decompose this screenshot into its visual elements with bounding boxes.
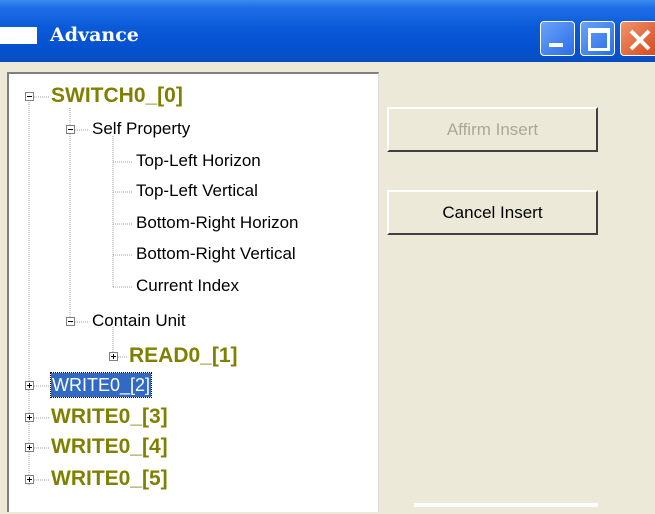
minimize-icon	[549, 43, 563, 47]
minimize-button[interactable]	[540, 21, 575, 56]
maximize-icon	[588, 28, 610, 51]
affirm-insert-button[interactable]: Affirm Insert	[387, 107, 598, 152]
expand-icon[interactable]	[25, 443, 34, 452]
collapse-icon[interactable]	[66, 125, 75, 134]
panel-edge	[414, 503, 598, 507]
tree-node-bottom-right-horizon[interactable]: Bottom-Right Horizon	[136, 213, 299, 233]
tree-node-top-left-vertical[interactable]: Top-Left Vertical	[136, 181, 258, 201]
tree-node-write0-3[interactable]: WRITE0_[3]	[51, 405, 168, 429]
tree-node-current-index[interactable]: Current Index	[136, 276, 239, 296]
collapse-icon[interactable]	[25, 92, 34, 101]
cancel-insert-button[interactable]: Cancel Insert	[387, 190, 598, 235]
expand-icon[interactable]	[25, 413, 34, 422]
window-title: Advance	[50, 24, 139, 46]
tree-node-self-property[interactable]: Self Property	[92, 119, 190, 139]
tree-node-top-left-horizon[interactable]: Top-Left Horizon	[136, 151, 261, 171]
expand-icon[interactable]	[109, 352, 118, 361]
tree-node-switch0[interactable]: SWITCH0_[0]	[51, 84, 183, 108]
expand-icon[interactable]	[25, 475, 34, 484]
title-bar[interactable]: Advance	[0, 0, 655, 62]
tree-view[interactable]: SWITCH0_[0] Self Property Top-Left Horiz…	[7, 72, 379, 512]
tree-node-write0-4[interactable]: WRITE0_[4]	[51, 435, 168, 459]
tree-node-write0-2-selected[interactable]: WRITE0_[2]	[49, 372, 153, 398]
close-icon	[629, 29, 651, 51]
tree-node-write0-5[interactable]: WRITE0_[5]	[51, 467, 168, 491]
app-icon	[0, 27, 37, 44]
close-button[interactable]	[620, 21, 655, 56]
tree-node-read0[interactable]: READ0_[1]	[129, 344, 238, 368]
tree-node-contain-unit[interactable]: Contain Unit	[92, 311, 186, 331]
expand-icon[interactable]	[25, 381, 34, 390]
collapse-icon[interactable]	[66, 317, 75, 326]
maximize-button[interactable]	[580, 21, 615, 56]
tree-node-bottom-right-vertical[interactable]: Bottom-Right Vertical	[136, 244, 296, 264]
